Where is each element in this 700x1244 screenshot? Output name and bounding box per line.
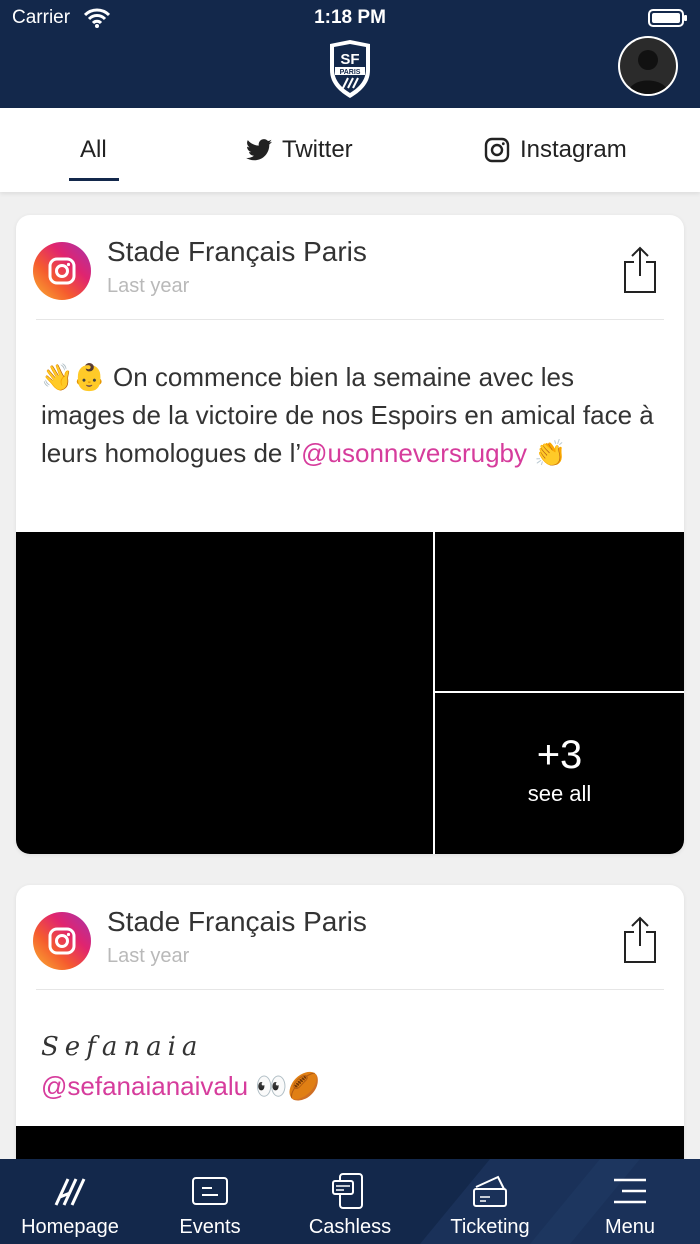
nav-cashless[interactable]: Cashless (280, 1159, 420, 1244)
instagram-icon (33, 912, 91, 970)
tab-instagram[interactable]: Instagram (484, 136, 627, 164)
user-avatar-icon (620, 38, 676, 94)
share-icon[interactable] (622, 246, 658, 294)
post-card[interactable]: Stade Français Paris Last year Sefanaia … (16, 885, 684, 1185)
nav-events[interactable]: Events (140, 1159, 280, 1244)
app-header: Carrier 1:18 PM SF PARIS (0, 0, 700, 108)
post-divider (36, 319, 664, 320)
phone-card-icon (332, 1173, 363, 1209)
events-card-icon (192, 1177, 228, 1205)
battery-icon (648, 9, 687, 27)
nav-homepage[interactable]: Homepage (0, 1159, 140, 1244)
twitter-icon (246, 139, 272, 161)
post-text: @sefanaianaivalu 👀🏉 (41, 1067, 320, 1105)
post-time: Last year (107, 275, 190, 297)
post-emoji-end: 👀🏉 (248, 1071, 321, 1101)
svg-text:SF: SF (340, 51, 359, 68)
post-emoji: 👋👶 (41, 362, 106, 392)
source-tabs: All Twitter Instagram (0, 108, 700, 192)
nav-ticketing-label: Ticketing (450, 1216, 530, 1238)
tab-twitter[interactable]: Twitter (246, 136, 353, 164)
svg-text:PARIS: PARIS (340, 69, 361, 76)
see-all-label: see all (527, 781, 592, 806)
nav-homepage-label: Homepage (21, 1216, 119, 1238)
post-mention[interactable]: @sefanaianaivalu (41, 1071, 248, 1101)
nav-events-label: Events (179, 1216, 241, 1238)
tab-twitter-label: Twitter (282, 136, 353, 163)
more-images-count: +3 (536, 733, 583, 777)
post-emoji-end: 👏 (527, 438, 567, 468)
tab-all-label: All (80, 136, 107, 163)
post-image-secondary[interactable] (435, 532, 684, 691)
post-image-main[interactable] (16, 532, 433, 854)
active-tab-indicator (69, 178, 119, 181)
sf-paris-logo-icon[interactable]: SF PARIS (326, 38, 374, 100)
ticket-icon (473, 1175, 507, 1207)
status-time: 1:18 PM (314, 7, 386, 28)
nav-cashless-label: Cashless (308, 1216, 392, 1238)
nav-menu-label: Menu (604, 1216, 656, 1238)
instagram-icon (33, 242, 91, 300)
share-icon[interactable] (622, 916, 658, 964)
post-author: Stade Français Paris (107, 236, 367, 267)
post-time: Last year (107, 945, 190, 967)
menu-icon (614, 1178, 646, 1204)
claw-marks-icon (54, 1178, 86, 1206)
see-all-images-button[interactable]: +3 see all (435, 693, 684, 854)
bottom-navigation: Homepage Events Cashless Ticketing Menu (0, 1159, 700, 1244)
post-divider (36, 989, 664, 990)
post-script-text: Sefanaia (41, 1032, 204, 1062)
nav-menu[interactable]: Menu (560, 1159, 700, 1244)
post-mention[interactable]: @usonneversrugby (301, 438, 527, 468)
post-author: Stade Français Paris (107, 906, 367, 937)
nav-ticketing[interactable]: Ticketing (420, 1159, 560, 1244)
post-card[interactable]: Stade Français Paris Last year 👋👶 On com… (16, 215, 684, 854)
tab-all[interactable]: All (80, 136, 107, 164)
status-bar: Carrier 1:18 PM (0, 0, 700, 36)
instagram-icon (484, 137, 510, 163)
post-text: 👋👶 On commence bien la semaine avec les … (41, 358, 661, 472)
user-avatar[interactable] (618, 36, 678, 96)
tab-instagram-label: Instagram (520, 136, 627, 163)
